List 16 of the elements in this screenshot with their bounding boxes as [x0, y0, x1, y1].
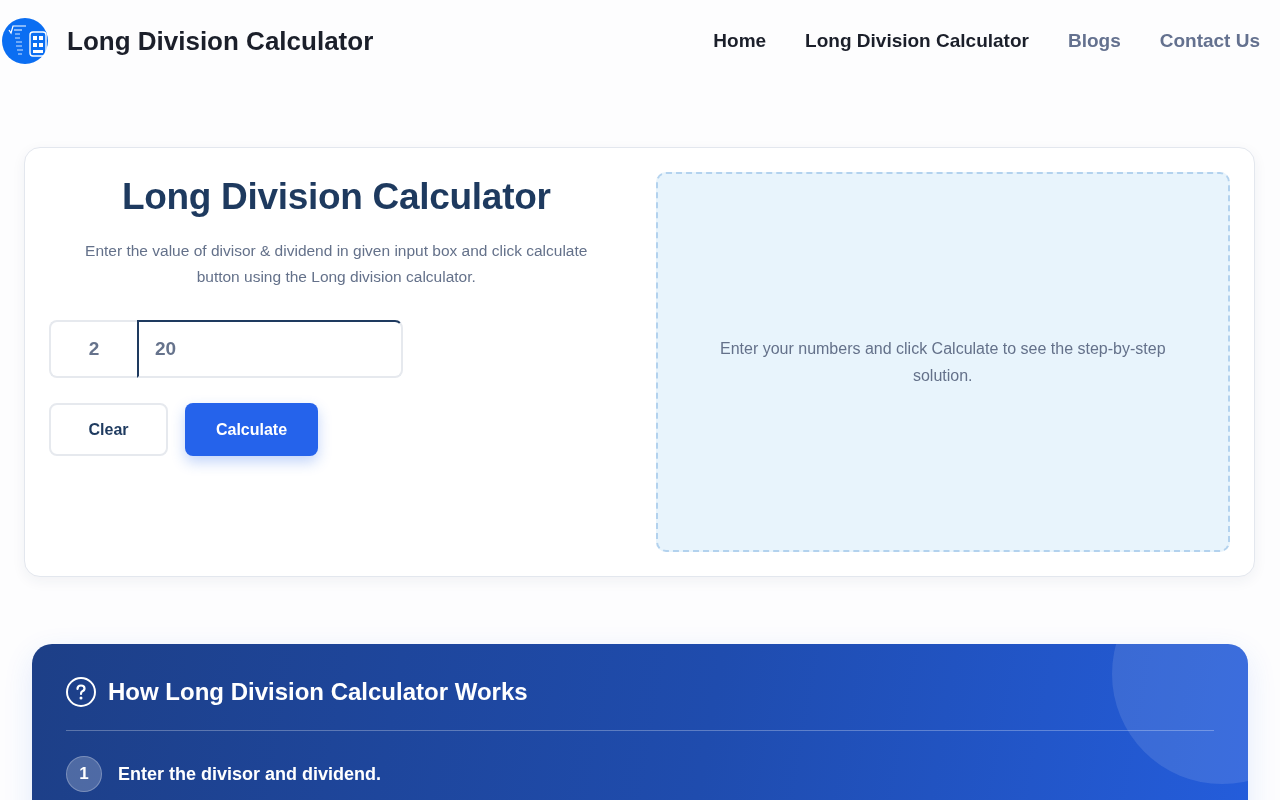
calculator-description: Enter the value of divisor & dividend in given input box and click calculate button using the Long division calculator. [84, 241, 589, 287]
nav-link[interactable]: Contact Us [1159, 30, 1260, 52]
dividend-input[interactable]: 20 [137, 320, 403, 378]
step-text: Enter the divisor and dividend. [118, 763, 382, 785]
step-number: 1 [66, 756, 102, 792]
result-message: Enter your numbers and click Calculate to see the step-by-step solution. [718, 339, 1167, 386]
nav-link[interactable]: Blogs [1067, 30, 1121, 52]
help-icon [66, 677, 96, 707]
section-title: How Long Division Calculator Works [108, 678, 528, 706]
site-title: Long Division Calculator [67, 25, 374, 57]
calculate-button[interactable]: Calculate [185, 403, 318, 456]
nav-link[interactable]: Long Division Calculator [805, 30, 1029, 52]
nav-link[interactable]: Home [713, 30, 767, 52]
calculator-title: Long Division Calculator [120, 175, 552, 219]
divisor-input[interactable]: 2 [49, 320, 137, 378]
clear-button[interactable]: Clear [49, 403, 168, 456]
